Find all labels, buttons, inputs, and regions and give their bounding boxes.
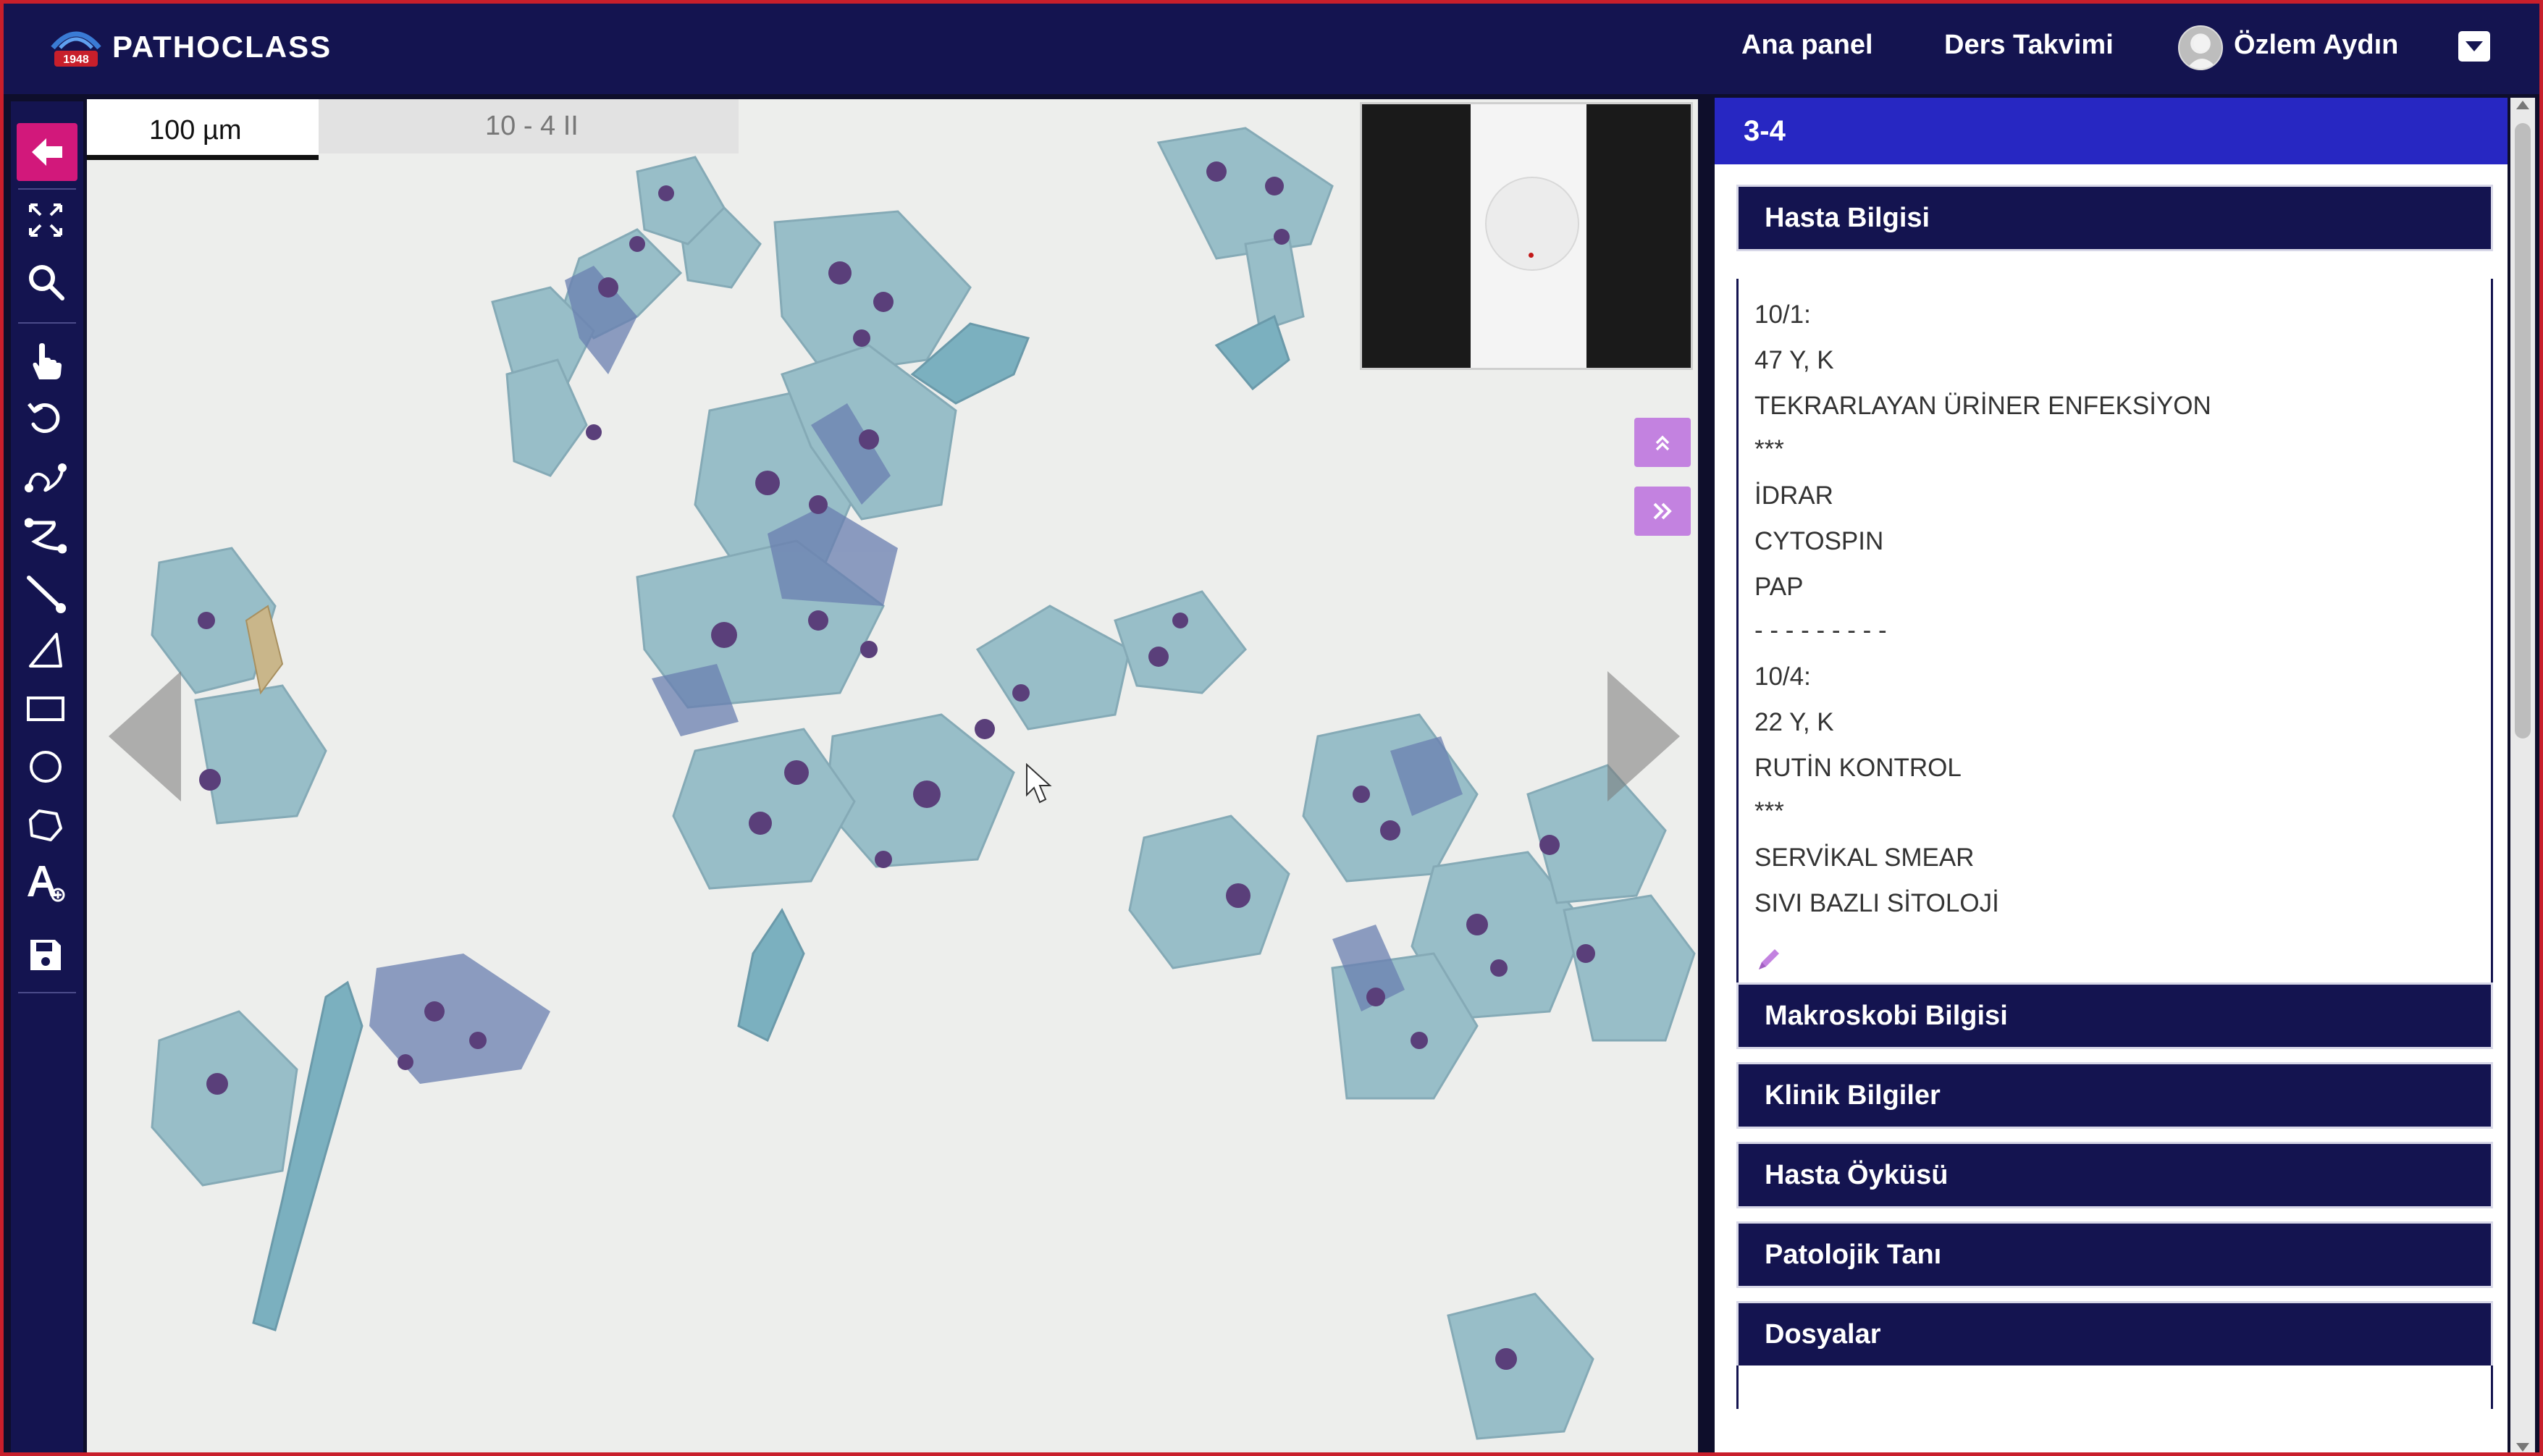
circle-icon — [30, 751, 62, 783]
text-annotation-button[interactable] — [20, 858, 72, 907]
files-content — [1736, 1365, 2493, 1409]
app-window: 1948 PATHOCLASS Ana panel Ders Takvimi Ö… — [0, 0, 2543, 1456]
user-name[interactable]: Özlem Aydın — [2234, 30, 2398, 61]
patient-line: SERVİKAL SMEAR — [1754, 843, 1975, 872]
polygon-icon — [29, 809, 62, 841]
pan-button[interactable] — [20, 337, 72, 386]
fullscreen-button[interactable] — [20, 195, 72, 245]
accordion-patient-info[interactable]: Hasta Bilgisi — [1736, 185, 2493, 251]
nav-link-course-calendar[interactable]: Ders Takvimi — [1944, 30, 2114, 61]
pan-hand-icon — [33, 343, 62, 379]
accordion-patient-history-label: Hasta Öyküsü — [1765, 1160, 1949, 1190]
patient-line: 10/4: — [1754, 662, 1811, 691]
annotation-toolbar — [11, 101, 83, 1452]
pathoclass-logo[interactable]: 1948 PATHOCLASS — [47, 17, 332, 77]
polyline-icon — [25, 518, 67, 554]
scroll-up-arrow-icon[interactable] — [2516, 101, 2529, 109]
slide-viewer[interactable]: 100 µm 10 - 4 II — [87, 99, 1698, 1452]
minimap-position-marker — [1529, 253, 1534, 258]
patient-line: *** — [1754, 435, 1784, 463]
zoom-button[interactable] — [20, 257, 72, 306]
patient-line: *** — [1754, 797, 1784, 825]
patient-line: 22 Y, K — [1754, 708, 1834, 736]
case-info-panel: 3-4 Hasta Bilgisi 10/1: 47 Y, K TEKRARLA… — [1715, 98, 2508, 1452]
accordion-clinical-info-label: Klinik Bilgiler — [1765, 1080, 1941, 1111]
circle-button[interactable] — [20, 742, 72, 791]
patient-line: SIVI BAZLI SİTOLOJİ — [1754, 889, 1999, 917]
magnification-label: 10 - 4 II — [485, 111, 579, 141]
text-annotation-icon — [28, 866, 65, 902]
back-arrow-icon — [32, 138, 62, 166]
accordion-pathologic-diagnosis[interactable]: Patolojik Tanı — [1736, 1221, 2493, 1288]
patient-line: 47 Y, K — [1754, 346, 1834, 374]
accordion-files[interactable]: Dosyalar — [1736, 1301, 2493, 1368]
accordion-macroscopy-label: Makroskobi Bilgisi — [1765, 1001, 2008, 1031]
back-button[interactable] — [17, 123, 77, 181]
rectangle-icon — [27, 697, 64, 721]
line-button[interactable] — [20, 568, 72, 618]
scale-label: 100 µm — [149, 115, 242, 146]
triangle-icon — [29, 633, 62, 668]
patient-line: CYTOSPIN — [1754, 527, 1884, 555]
mouse-cursor-icon — [1026, 763, 1052, 804]
nav-link-dashboard[interactable]: Ana panel — [1741, 30, 1873, 61]
save-button[interactable] — [20, 930, 72, 980]
double-chevron-up-icon — [1655, 435, 1670, 451]
patient-line: - - - - - - - - - — [1754, 616, 1887, 644]
rotate-button[interactable] — [20, 395, 72, 444]
accordion-clinical-info[interactable]: Klinik Bilgiler — [1736, 1062, 2493, 1129]
accordion-pathologic-diagnosis-label: Patolojik Tanı — [1765, 1240, 1942, 1270]
logo-badge-text: 1948 — [63, 54, 89, 66]
minimap-collapse-button[interactable] — [1634, 418, 1691, 467]
user-avatar[interactable] — [2178, 25, 2223, 70]
fullscreen-icon — [29, 203, 62, 237]
magnification-info: 10 - 4 II — [319, 99, 739, 153]
case-title: 3-4 — [1744, 115, 1786, 147]
patient-line: TEKRARLAYAN ÜRİNER ENFEKSİYON — [1754, 392, 2211, 420]
polygon-button[interactable] — [20, 800, 72, 849]
patient-info-content: 10/1: 47 Y, K TEKRARLAYAN ÜRİNER ENFEKSİ… — [1736, 279, 2493, 996]
save-icon — [30, 940, 61, 970]
panel-scrollbar-thumb[interactable] — [2515, 123, 2531, 738]
patient-line: RUTİN KONTROL — [1754, 754, 1962, 782]
edit-pencil-icon[interactable] — [1754, 945, 1783, 974]
accordion-files-label: Dosyalar — [1765, 1319, 1881, 1350]
double-chevron-right-icon — [1653, 502, 1672, 520]
rotate-icon — [28, 403, 60, 433]
patient-line: 10/1: — [1754, 300, 1811, 329]
logo-mark-icon: 1948 — [47, 19, 105, 75]
previous-slide-arrow-icon[interactable] — [109, 671, 181, 801]
panel-toggle-button[interactable] — [1634, 487, 1691, 536]
panel-header: 3-4 — [1715, 98, 2508, 164]
line-icon — [27, 576, 66, 613]
top-navigation-bar: 1948 PATHOCLASS Ana panel Ders Takvimi Ö… — [4, 4, 2539, 94]
patient-line: PAP — [1754, 573, 1804, 601]
triangle-button[interactable] — [20, 626, 72, 676]
freehand-icon — [25, 463, 67, 492]
slide-minimap[interactable] — [1360, 102, 1693, 370]
accordion-patient-history[interactable]: Hasta Öyküsü — [1736, 1142, 2493, 1208]
zoom-icon — [29, 265, 64, 300]
user-menu-dropdown-icon[interactable] — [2458, 31, 2490, 62]
freehand-button[interactable] — [20, 453, 72, 502]
brand-name: PATHOCLASS — [112, 30, 332, 64]
patient-line: İDRAR — [1754, 481, 1833, 510]
accordion-macroscopy[interactable]: Makroskobi Bilgisi — [1736, 982, 2493, 1049]
scroll-down-arrow-icon[interactable] — [2516, 1443, 2529, 1452]
accordion-patient-info-label: Hasta Bilgisi — [1765, 203, 1930, 233]
rectangle-button[interactable] — [20, 684, 72, 733]
next-slide-arrow-icon[interactable] — [1607, 671, 1680, 801]
polyline-button[interactable] — [20, 510, 72, 560]
scale-bar: 100 µm — [87, 99, 319, 160]
